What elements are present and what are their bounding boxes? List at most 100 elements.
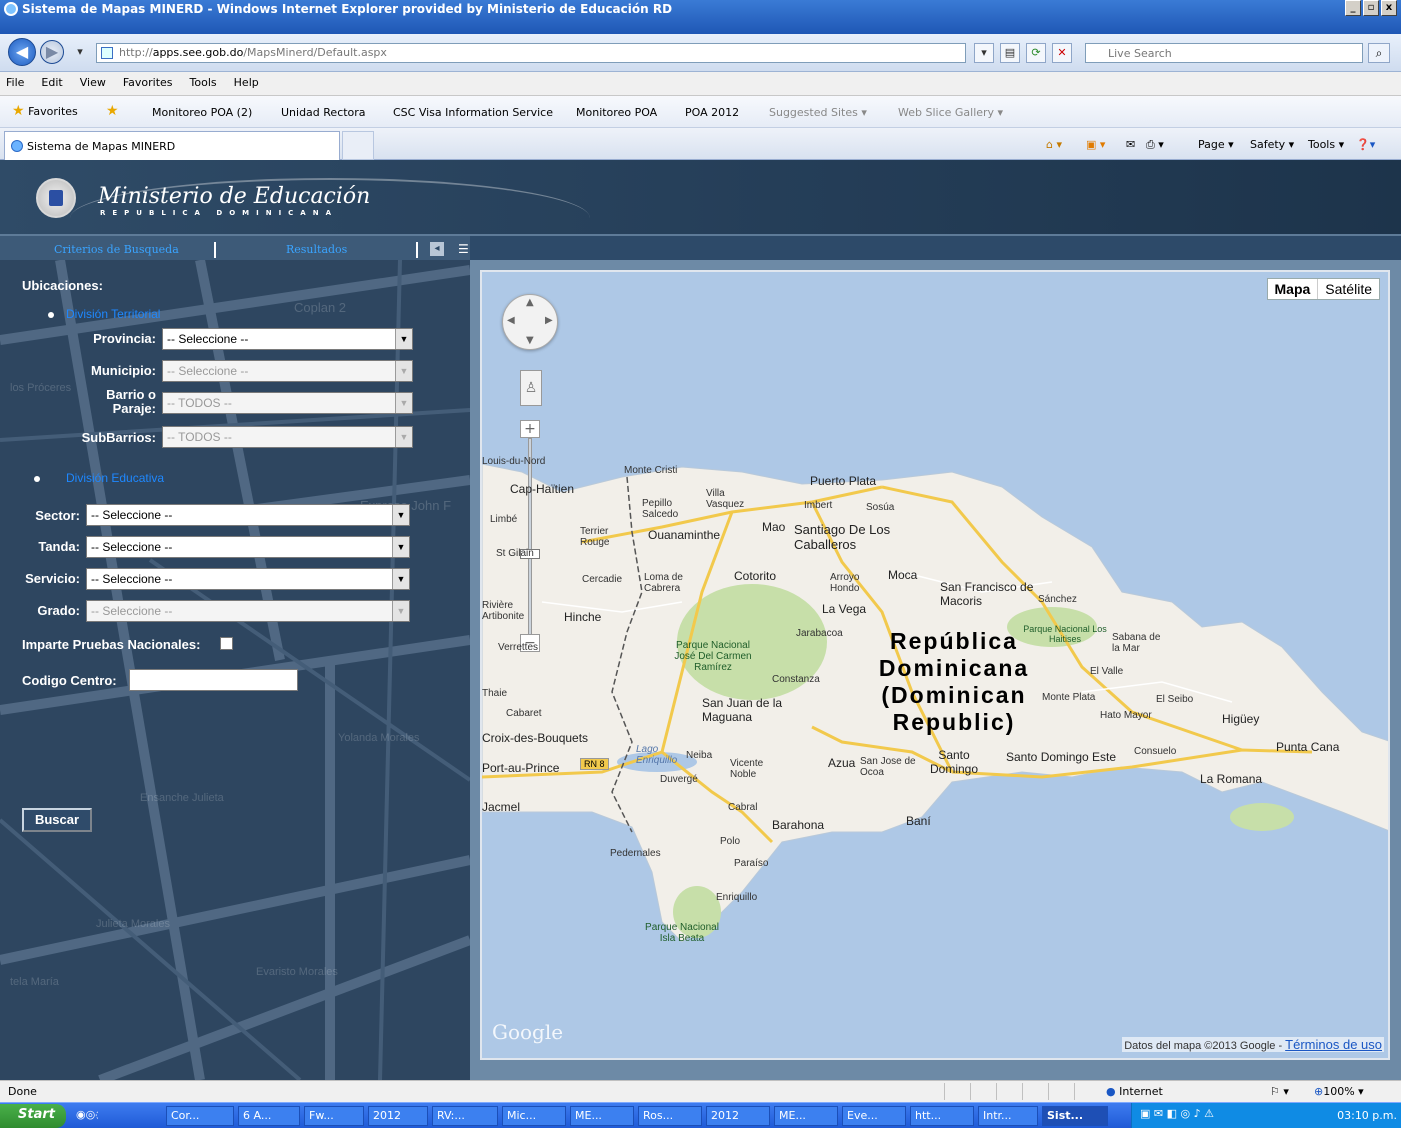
status-cell [1074,1083,1098,1100]
favorites-button[interactable]: ★ Favorites [12,103,78,119]
fav-unidad-rectora[interactable]: Unidad Rectora [281,106,366,119]
tab-criterios[interactable]: Criterios de Busqueda [54,243,179,256]
map-place: Monte Cristi [624,465,678,476]
tray-icons[interactable]: ▣ ✉ ◧ ◎ ♪ ⚠ [1140,1107,1214,1120]
zoom-in-button[interactable]: + [520,420,540,438]
tab-resultados[interactable]: Resultados [286,243,347,256]
forward-button[interactable]: ▶ [40,40,64,64]
menu-view[interactable]: View [80,76,106,91]
municipio-select[interactable]: -- Seleccione -- ▼ [162,360,413,382]
grado-value: -- Seleccione -- [91,604,173,618]
menu-file[interactable]: File [6,76,24,91]
map-type-control: Mapa Satélite [1266,278,1380,300]
fav-web-slice-gallery[interactable]: Web Slice Gallery ▾ [898,106,1003,119]
map-type-satelite[interactable]: Satélite [1318,279,1379,299]
terms-link[interactable]: Términos de uso [1285,1037,1382,1052]
recent-pages-icon[interactable]: ▾ [70,43,90,63]
taskbar-item[interactable]: 2012 [706,1106,770,1126]
search-icon[interactable]: ⌕ [1368,43,1390,63]
collapse-arrow-icon[interactable]: ◂ [430,242,444,256]
menu-edit[interactable]: Edit [41,76,62,91]
url-input[interactable]: http://apps.see.gob.do/MapsMinerd/Defaul… [96,43,966,63]
grado-select[interactable]: -- Seleccione -- ▼ [86,600,410,622]
map-type-mapa[interactable]: Mapa [1268,279,1319,299]
pan-left-icon[interactable]: ◀ [507,315,515,326]
street-label: tela María [10,976,59,988]
safety-menu[interactable]: Safety ▾ [1250,138,1294,151]
close-button[interactable]: x [1381,0,1397,16]
page-menu[interactable]: Page ▾ [1198,138,1234,151]
subbarrios-value: -- TODOS -- [167,430,232,444]
fav-suggested-sites[interactable]: Suggested Sites ▾ [769,106,867,119]
zoom-level[interactable]: ⊕100% ▾ [1314,1085,1364,1098]
codigo-input[interactable] [129,669,298,691]
barrio-select[interactable]: -- TODOS -- ▼ [162,392,413,414]
pruebas-checkbox[interactable] [220,637,233,650]
fav-csc-visa[interactable]: CSC Visa Information Service [393,106,553,119]
street-view-pegman-icon[interactable]: ♙ [520,370,542,406]
sector-value: -- Seleccione -- [91,508,173,522]
stop-icon[interactable]: ✕ [1052,43,1072,63]
url-host: apps.see.gob.do [152,46,244,59]
taskbar-item[interactable]: htt... [910,1106,974,1126]
buscar-button[interactable]: Buscar [22,808,92,832]
zone-indicator[interactable]: ● Internet [1106,1085,1163,1098]
menu-tools[interactable]: Tools [190,76,217,91]
taskbar-item[interactable]: ME... [774,1106,838,1126]
protected-mode-icon[interactable]: ⚐ ▾ [1270,1085,1289,1098]
taskbar-item[interactable]: Cor... [166,1106,234,1126]
servicio-select[interactable]: -- Seleccione -- ▼ [86,568,410,590]
map-place: Mao [762,520,786,534]
sector-select[interactable]: -- Seleccione -- ▼ [86,504,410,526]
compatibility-icon[interactable]: ▤ [1000,43,1020,63]
home-icon[interactable]: ⌂ ▾ [1046,138,1062,151]
add-favorite-icon[interactable]: ★ [106,103,119,119]
back-button[interactable]: ◀ [8,38,36,66]
menu-help[interactable]: Help [234,76,259,91]
fav-monitoreo-poa-2[interactable]: Monitoreo POA (2) [152,106,252,119]
magnifier-icon: ⊕ [1314,1085,1324,1098]
taskbar-item[interactable]: ME... [570,1106,634,1126]
chevron-down-icon: ▼ [395,329,412,349]
pan-up-icon[interactable]: ▲ [526,297,534,308]
quick-launch-icons[interactable]: ◉◎◌ [72,1106,98,1126]
pan-down-icon[interactable]: ▼ [526,335,534,346]
address-dropdown-icon[interactable]: ▾ [974,43,994,63]
minimize-button[interactable]: _ [1345,0,1361,16]
chevron-down-icon: ▼ [395,393,412,413]
map-place: La Vega [822,602,867,616]
chevron-down-icon: ▼ [395,427,412,447]
taskbar-item[interactable]: RV:... [432,1106,498,1126]
fav-monitoreo-poa[interactable]: Monitoreo POA [576,106,657,119]
map-place: Port-au-Prince [482,761,560,775]
fav-poa-2012[interactable]: POA 2012 [685,106,739,119]
refresh-icon[interactable]: ⟳ [1026,43,1046,63]
mail-icon[interactable]: ✉ [1126,138,1135,151]
help-icon[interactable]: ❓▾ [1356,138,1375,151]
search-input[interactable]: Live Search [1085,43,1363,63]
subbarrios-select[interactable]: -- TODOS -- ▼ [162,426,413,448]
layers-icon[interactable]: ☰ [458,242,474,256]
tanda-select[interactable]: -- Seleccione -- ▼ [86,536,410,558]
taskbar-item[interactable]: Eve... [842,1106,906,1126]
provincia-select[interactable]: -- Seleccione -- ▼ [162,328,413,350]
pan-control[interactable]: ▲ ▼ ◀ ▶ [502,294,558,350]
menu-favorites[interactable]: Favorites [123,76,173,91]
map-canvas[interactable]: Mapa Satélite ▲ ▼ ◀ ▶ ♙ + − Louis-du-Nor… [480,270,1390,1060]
start-button[interactable]: Start [0,1104,66,1128]
taskbar-item-active[interactable]: Sist... [1042,1106,1108,1126]
print-icon[interactable]: ⎙ ▾ [1146,138,1164,152]
map-place: Santo Domingo [929,748,979,776]
browser-tab[interactable]: Sistema de Mapas MINERD [4,131,340,160]
tools-menu[interactable]: Tools ▾ [1308,138,1344,151]
pan-right-icon[interactable]: ▶ [545,315,553,326]
feeds-icon[interactable]: ▣ ▾ [1086,138,1105,151]
taskbar-item[interactable]: 6 A... [238,1106,300,1126]
taskbar-item[interactable]: Intr... [978,1106,1038,1126]
taskbar-item[interactable]: Fw... [304,1106,364,1126]
maximize-button[interactable]: ▫ [1363,0,1379,16]
taskbar-item[interactable]: 2012 [368,1106,428,1126]
taskbar-item[interactable]: Ros... [638,1106,702,1126]
new-tab-button[interactable] [342,131,374,160]
taskbar-item[interactable]: Mic... [502,1106,566,1126]
